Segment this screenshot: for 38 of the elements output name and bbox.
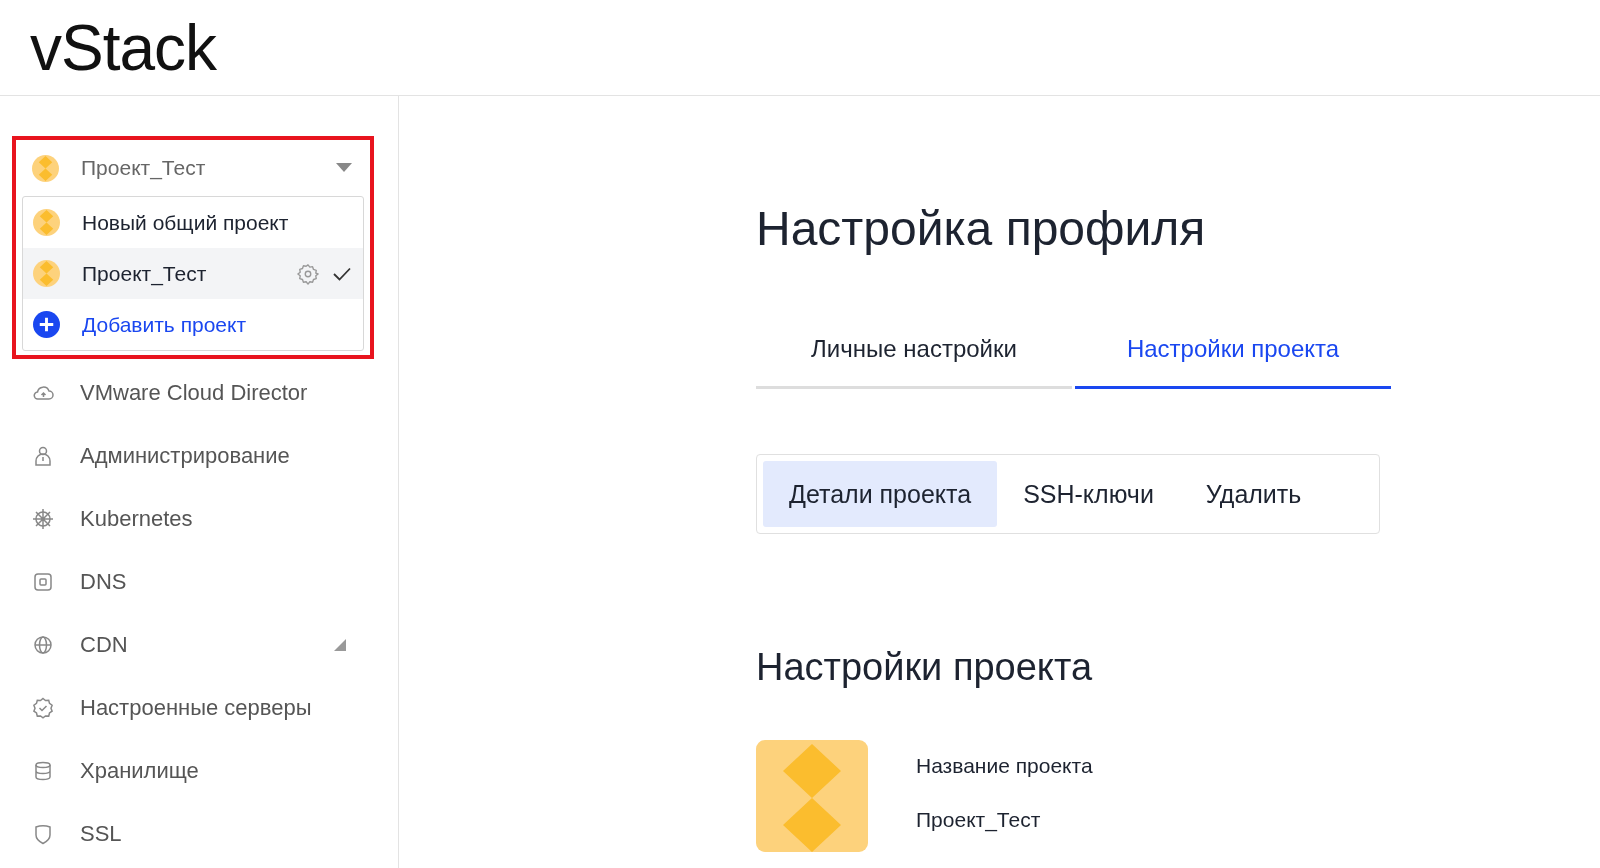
plus-icon xyxy=(33,311,60,338)
caret-icon xyxy=(336,163,352,173)
nav-item[interactable]: Хранилище xyxy=(0,739,398,802)
nav-item[interactable]: Kubernetes xyxy=(0,487,398,550)
segment-tab[interactable]: SSH-ключи xyxy=(997,461,1180,527)
segment-tab[interactable]: Детали проекта xyxy=(763,461,998,527)
page-title: Настройка профиля xyxy=(756,201,1207,257)
tab[interactable]: Личные настройки xyxy=(756,312,1072,389)
nav-item[interactable]: Настроенные серверы xyxy=(0,676,398,739)
badge-check-icon xyxy=(32,696,54,719)
shield-icon xyxy=(32,822,54,845)
project-selector[interactable]: Проект_Тест xyxy=(16,140,370,196)
helm-icon xyxy=(32,507,54,530)
user-icon xyxy=(32,444,54,467)
nav-item[interactable]: DNS xyxy=(0,550,398,613)
add-project-link[interactable]: Добавить проект xyxy=(23,299,363,350)
segment-tab[interactable]: Удалить xyxy=(1179,461,1328,527)
nav-item[interactable]: SSL xyxy=(0,802,398,865)
nav-item[interactable]: Администрирование xyxy=(0,424,398,487)
nav-item[interactable]: VMware Cloud Director xyxy=(0,361,398,424)
project-avatar-icon xyxy=(33,209,60,236)
settings-icon[interactable] xyxy=(297,262,319,285)
tab[interactable]: Настройки проекта xyxy=(1075,312,1391,389)
field-value: Проект_Тест xyxy=(916,808,1042,832)
nav-item[interactable]: CDN xyxy=(0,613,398,676)
globe-icon xyxy=(32,633,54,656)
project-avatar-icon xyxy=(33,260,60,287)
project-avatar-icon xyxy=(32,154,59,182)
section-title: Настройки проекта xyxy=(756,645,1094,690)
field-label: Название проекта xyxy=(916,754,1093,778)
check-icon xyxy=(333,266,351,281)
logo: vStack xyxy=(30,15,217,80)
project-item[interactable]: Проект_Тест xyxy=(23,248,363,299)
project-item[interactable]: Новый общий проект xyxy=(23,197,363,248)
database-icon xyxy=(32,759,54,782)
project-name: Проект_Тест xyxy=(81,156,207,180)
project-avatar-icon xyxy=(756,740,868,852)
square-icon xyxy=(32,570,54,593)
